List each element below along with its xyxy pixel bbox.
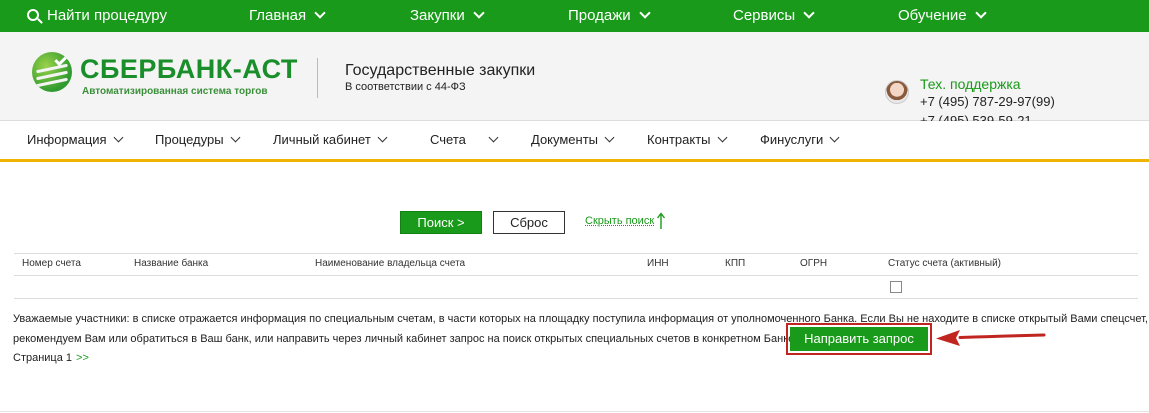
chevron-down-icon (377, 132, 388, 143)
subnav-procedures[interactable]: Процедуры (155, 121, 241, 159)
chevron-down-icon (604, 132, 615, 143)
subnav-accounts[interactable]: Счета (430, 121, 499, 159)
top-navigation-bar: Найти процедуру Главная Закупки Продажи … (0, 0, 1149, 32)
header-divider (317, 58, 318, 98)
send-request-button[interactable]: Направить запрос (790, 327, 928, 351)
reset-button[interactable]: Сброс (493, 211, 565, 234)
site-title: Государственные закупки (345, 62, 536, 79)
search-button[interactable]: Поиск > (400, 211, 482, 234)
nav-sales[interactable]: Продажи (568, 0, 651, 32)
chevron-down-icon (717, 132, 727, 143)
column-account-status[interactable]: Статус счета (активный) (888, 258, 1001, 269)
nav-purchases-label: Закупки (410, 7, 465, 24)
nav-education-label: Обучение (898, 7, 967, 24)
chevron-down-icon (829, 132, 840, 143)
hide-search-link[interactable]: Скрыть поиск (585, 215, 654, 227)
column-bank-name[interactable]: Название банка (134, 258, 208, 269)
status-active-checkbox[interactable] (890, 281, 902, 293)
subnav-personal-cabinet[interactable]: Личный кабинет (273, 121, 388, 159)
subnav-information[interactable]: Информация (27, 121, 124, 159)
column-inn[interactable]: ИНН (647, 258, 669, 269)
chevron-down-icon (488, 132, 499, 143)
subnav-contracts-label: Контракты (647, 132, 711, 147)
chevron-down-icon (230, 132, 241, 143)
subnav-documents[interactable]: Документы (531, 121, 615, 159)
column-owner-name[interactable]: Наименование владельца счета (315, 258, 465, 269)
avatar-icon (885, 80, 909, 104)
nav-purchases[interactable]: Закупки (410, 0, 485, 32)
notice-line-2: рекомендуем Вам или обратиться в Ваш бан… (13, 333, 795, 345)
site-subtitle: В соответствии с 44-ФЗ (345, 81, 466, 93)
pagination: Страница 1 >> (13, 352, 89, 364)
page-label: Страница 1 (13, 352, 73, 364)
support-link[interactable]: Тех. поддержка (920, 76, 1021, 92)
column-ogrn[interactable]: ОГРН (800, 258, 827, 269)
site-header: СБЕРБАНК-АСТ Автоматизированная система … (0, 32, 1149, 128)
nav-services[interactable]: Сервисы (733, 0, 815, 32)
column-account-number[interactable]: Номер счета (22, 258, 81, 269)
arrow-up-icon[interactable] (656, 212, 666, 230)
chevron-down-icon (974, 7, 987, 19)
nav-main-label: Главная (249, 7, 307, 24)
column-kpp[interactable]: КПП (725, 258, 745, 269)
subnav-documents-label: Документы (531, 132, 599, 147)
subnav-finservices-label: Финуслуги (760, 132, 824, 147)
sub-navigation-bar: Информация Процедуры Личный кабинет Счет… (0, 121, 1149, 162)
notice-line-1: Уважаемые участники: в списке отражается… (13, 313, 1148, 325)
subnav-procedures-label: Процедуры (155, 132, 224, 147)
chevron-down-icon (638, 7, 651, 19)
find-procedure-label: Найти процедуру (47, 7, 167, 24)
sberbank-logo-icon[interactable] (32, 52, 72, 92)
nav-education[interactable]: Обучение (898, 0, 987, 32)
table-filter-row (14, 277, 1138, 299)
chevron-down-icon (473, 7, 485, 19)
search-icon (27, 9, 39, 21)
subnav-contracts[interactable]: Контракты (647, 121, 727, 159)
support-phone-1: +7 (495) 787-29-97(99) (920, 94, 1055, 109)
subnav-information-label: Информация (27, 132, 107, 147)
nav-main[interactable]: Главная (249, 0, 326, 32)
red-arrow-icon (936, 330, 1046, 346)
logo-subtitle: Автоматизированная система торгов (82, 86, 268, 97)
logo-text[interactable]: СБЕРБАНК-АСТ (80, 54, 298, 85)
footer-divider (0, 411, 1149, 412)
chevron-down-icon (803, 7, 815, 19)
subnav-finservices[interactable]: Финуслуги (760, 121, 840, 159)
accounts-table-header: Номер счета Название банка Наименование … (14, 253, 1138, 276)
subnav-accounts-label: Счета (430, 132, 466, 147)
subnav-personal-cabinet-label: Личный кабинет (273, 132, 371, 147)
nav-sales-label: Продажи (568, 7, 631, 24)
chevron-down-icon (113, 132, 124, 143)
next-page-link[interactable]: >> (76, 352, 89, 364)
chevron-down-icon (314, 7, 326, 19)
nav-services-label: Сервисы (733, 7, 796, 24)
find-procedure-link[interactable]: Найти процедуру (27, 0, 167, 32)
